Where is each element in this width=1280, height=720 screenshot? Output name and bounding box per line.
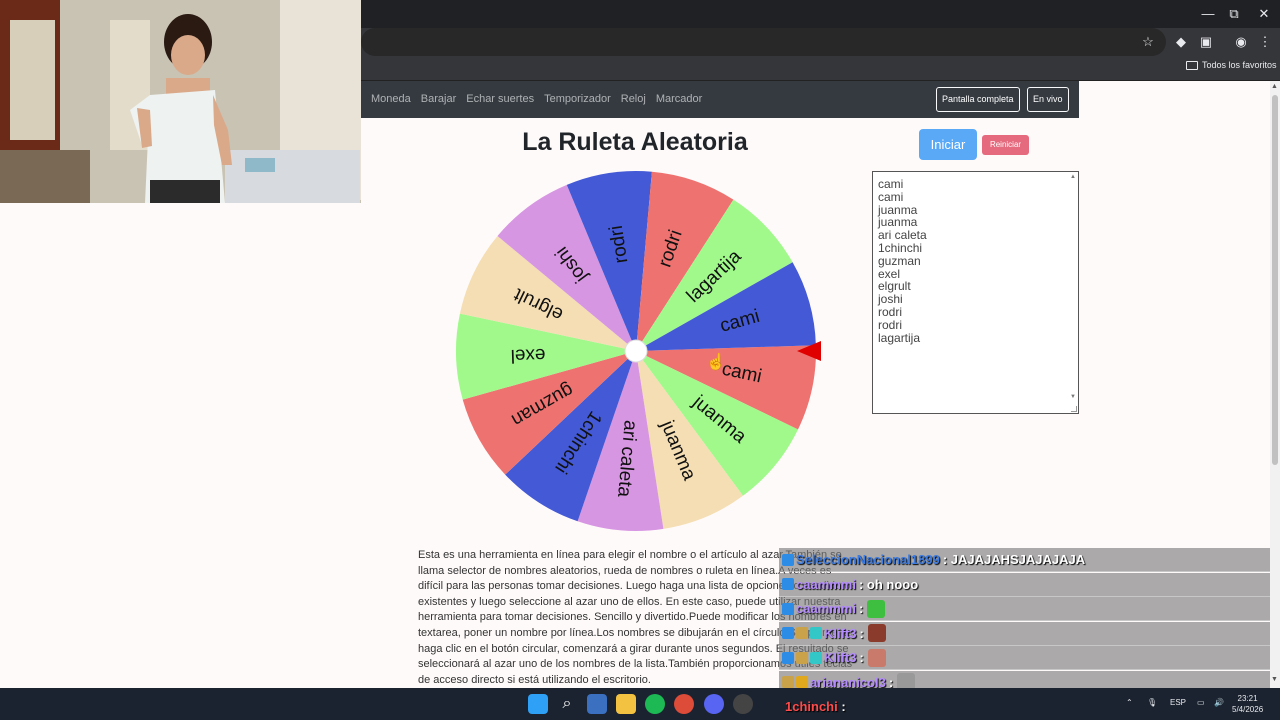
language-indicator[interactable]: ESP (1170, 698, 1186, 707)
stream-chat-overlay: SeleccionNacional1899: JAJAJAHSJAJAJAJA c… (779, 548, 1270, 695)
chat-badge-icon (782, 602, 794, 615)
file-explorer-icon[interactable] (616, 694, 636, 714)
chat-badge-icon (782, 627, 794, 640)
wheel-pointer-icon (797, 341, 821, 361)
nav-link-reloj[interactable]: Reloj (621, 93, 646, 105)
chat-badge-icon (796, 676, 808, 689)
all-bookmarks-label: Todos los favoritos (1202, 60, 1277, 70)
nav-links: Moneda Barajar Echar suertes Temporizado… (371, 93, 702, 105)
menu-dots-icon[interactable]: ⋮ (1256, 33, 1274, 51)
volume-icon[interactable]: 🔊 (1214, 698, 1224, 707)
chat-message: SeleccionNacional1899: JAJAJAHSJAJAJAJA (779, 548, 1270, 572)
chat-text: : (858, 601, 864, 617)
clock-date: 5/4/2026 (1232, 705, 1264, 714)
chat-username: Klift3 (824, 625, 857, 641)
windows-start-icon[interactable] (528, 694, 548, 714)
chat-emote-icon (867, 648, 886, 667)
textarea-scroll-up-icon[interactable]: ▲ (1070, 174, 1076, 180)
chat-badge-icon (810, 627, 822, 640)
chat-username: SeleccionNacional1899 (796, 552, 940, 567)
spotify-icon[interactable] (645, 694, 665, 714)
chat-username: Klift3 (824, 650, 857, 666)
windows-taskbar (0, 688, 1280, 720)
start-button[interactable]: Iniciar (919, 129, 977, 160)
maximize-button[interactable]: ⧉ (1219, 6, 1249, 22)
chat-emote-icon (867, 624, 886, 643)
chat-text: : JAJAJAHSJAJAJAJA (942, 552, 1086, 567)
tray-chevron-icon[interactable]: ⌃ (1126, 698, 1133, 707)
chat-badge-icon (782, 651, 794, 664)
hand-cursor-icon: ☝ (706, 354, 726, 371)
all-bookmarks-button[interactable]: Todos los favoritos (1186, 60, 1277, 70)
puzzle-icon[interactable]: ▣ (1197, 33, 1215, 51)
page-title: La Ruleta Aleatoria (522, 128, 748, 156)
scrollbar-thumb[interactable] (1272, 95, 1278, 465)
address-bar[interactable] (361, 28, 1166, 56)
chat-username: 1chinchi (785, 699, 838, 714)
obs-icon[interactable] (733, 694, 753, 714)
nav-link-echar-suertes[interactable]: Echar suertes (466, 93, 534, 105)
textarea-resize-handle[interactable] (1071, 406, 1077, 412)
reset-button[interactable]: Reiniciar (982, 135, 1029, 155)
chrome-icon[interactable] (674, 694, 694, 714)
clock-time: 23:21 (1237, 694, 1258, 703)
scroll-up-icon[interactable]: ▲ (1271, 83, 1278, 90)
chat-message: caammmi: (779, 597, 1270, 622)
chat-message: caammmi: oh nooo (779, 572, 1270, 597)
names-textarea[interactable]: cami cami juanma juanma ari caleta 1chin… (872, 171, 1079, 414)
chat-badge-icon (796, 651, 808, 664)
chat-emote-icon (867, 599, 886, 618)
extension-icon[interactable]: ◆ (1172, 33, 1190, 51)
close-window-button[interactable]: ✕ (1249, 6, 1279, 22)
chat-badge-icon (782, 553, 794, 566)
chat-badge-icon (782, 578, 794, 591)
live-button[interactable]: En vivo (1027, 87, 1069, 112)
network-icon[interactable]: ▭ (1197, 698, 1205, 707)
webcam-feed (0, 0, 361, 203)
roulette-wheel[interactable]: camijuanmajuanmaari caleta1chinchiguzman… (455, 170, 817, 532)
nav-link-temporizador[interactable]: Temporizador (544, 93, 611, 105)
chat-text: : (859, 650, 864, 666)
nav-link-barajar[interactable]: Barajar (421, 93, 456, 105)
chat-badge-icon (782, 676, 794, 689)
profile-icon[interactable]: ◉ (1232, 33, 1250, 51)
chat-text: : oh nooo (858, 576, 919, 592)
chat-message: Klift3: (779, 621, 1270, 646)
wheel-center-button[interactable] (624, 339, 648, 363)
chat-badge-icon (810, 651, 822, 664)
microphone-icon[interactable]: 🎙 (1147, 698, 1157, 707)
chat-message: Klift3: (779, 646, 1270, 671)
search-icon[interactable]: ⌕ (557, 694, 577, 714)
chat-username: caammmi (796, 601, 856, 617)
system-clock[interactable]: 23:21 5/4/2026 (1232, 693, 1263, 715)
chat-separator: : (841, 699, 846, 714)
nav-link-moneda[interactable]: Moneda (371, 93, 411, 105)
taskbar-chat-line: 1chinchi : (785, 699, 846, 714)
nav-link-marcador[interactable]: Marcador (656, 93, 702, 105)
screen: — ⧉ ✕ ☆ ◆ ▣ ◉ ⋮ Todos los favoritos ▲ ▼ … (0, 0, 1280, 720)
wheel-segment-label: exel (510, 344, 546, 366)
chat-badge-icon (796, 627, 808, 640)
fullscreen-button[interactable]: Pantalla completa (936, 87, 1020, 112)
chat-username: caammmi (796, 576, 856, 592)
bookmark-star-icon[interactable]: ☆ (1139, 33, 1157, 51)
store-icon[interactable] (587, 694, 607, 714)
discord-icon[interactable] (704, 694, 724, 714)
scroll-down-icon[interactable]: ▼ (1271, 676, 1278, 683)
chat-text: : (859, 625, 864, 641)
textarea-scroll-down-icon[interactable]: ▼ (1070, 394, 1076, 400)
folder-icon (1186, 60, 1198, 70)
